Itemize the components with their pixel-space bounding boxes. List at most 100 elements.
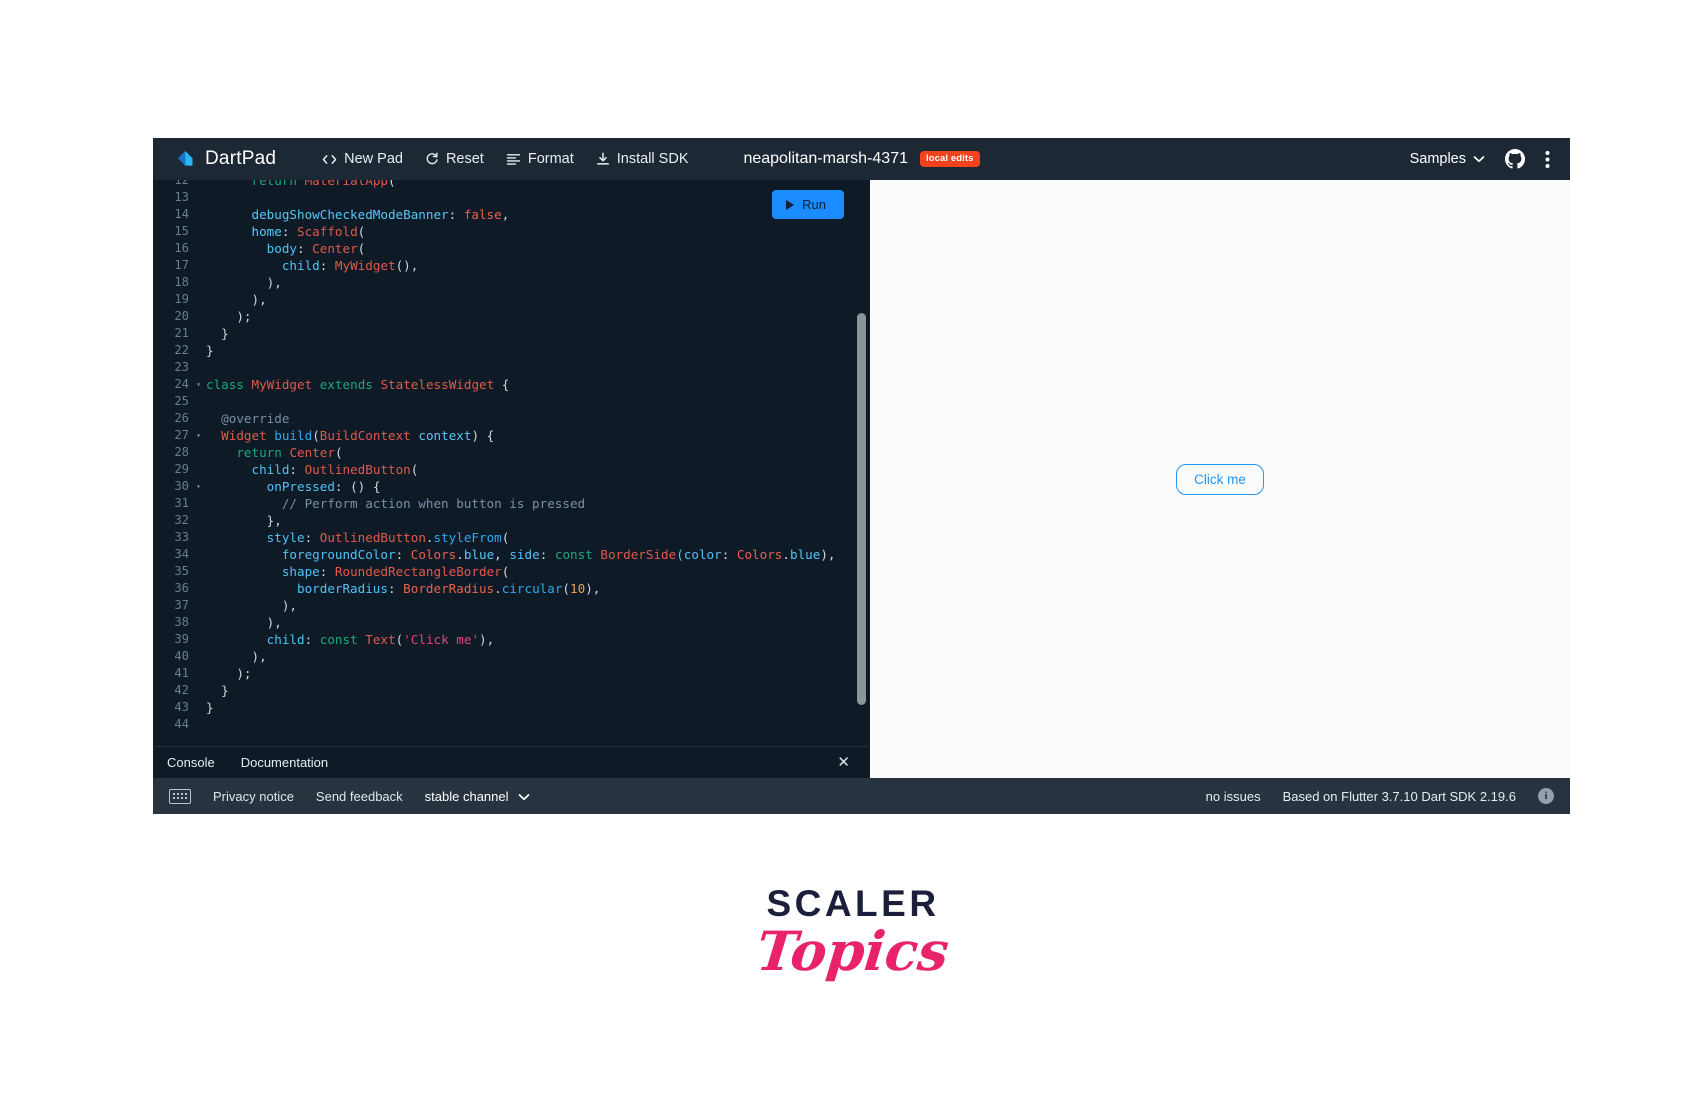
code-line[interactable]: 24 ▾ class MyWidget extends StatelessWidge… [153, 376, 868, 393]
privacy-notice-link[interactable]: Privacy notice [213, 789, 294, 804]
code-line[interactable]: 17 child: MyWidget(), [153, 257, 868, 274]
code-line[interactable]: 22} [153, 342, 868, 359]
code-line[interactable]: 16 body: Center( [153, 240, 868, 257]
play-icon [786, 199, 795, 210]
code-editor[interactable]: 12 return MaterialApp(13 14 debugShowChec… [153, 180, 868, 746]
code-text: ); [206, 309, 252, 324]
samples-dropdown[interactable]: Samples [1410, 151, 1485, 167]
app-header: DartPad New Pad Reset Format Install SDK… [153, 138, 1570, 180]
line-number: 21 [174, 326, 189, 340]
brand-name: DartPad [205, 148, 277, 169]
code-text: } [206, 343, 214, 358]
send-feedback-link[interactable]: Send feedback [316, 789, 403, 804]
tab-console[interactable]: Console [167, 755, 215, 770]
line-number: 23 [174, 360, 189, 374]
watermark-topics: Topics [753, 919, 953, 983]
line-number: 29 [174, 462, 189, 476]
line-number: 20 [174, 309, 189, 323]
code-text: ), [206, 615, 282, 630]
code-text: child: const Text('Click me'), [206, 632, 495, 647]
samples-label: Samples [1409, 151, 1466, 167]
line-number: 43 [174, 700, 189, 714]
code-line[interactable]: 34 foregroundColor: Colors.blue, side: c… [153, 546, 868, 563]
new-pad-label: New Pad [344, 151, 403, 167]
code-text: body: Center( [206, 241, 366, 256]
code-line[interactable]: 12 return MaterialApp( [153, 180, 868, 189]
line-number: 26 [174, 411, 189, 425]
code-line[interactable]: 38 ), [153, 614, 868, 631]
line-number: 27 [174, 428, 189, 442]
code-line[interactable]: 42 } [153, 682, 868, 699]
code-line[interactable]: 15 home: Scaffold( [153, 223, 868, 240]
info-icon[interactable]: i [1538, 788, 1554, 804]
channel-selector[interactable]: stable channel [425, 789, 530, 804]
code-text: @override [206, 411, 290, 426]
code-line[interactable]: 35 shape: RoundedRectangleBorder( [153, 563, 868, 580]
github-icon[interactable] [1505, 149, 1525, 169]
status-bar: Privacy notice Send feedback stable chan… [153, 778, 1570, 814]
new-pad-button[interactable]: New Pad [322, 151, 403, 167]
code-text: Widget build(BuildContext context) { [221, 428, 495, 443]
code-line[interactable]: 44 [153, 716, 868, 733]
editor-pane: 12 return MaterialApp(13 14 debugShowChec… [153, 180, 869, 778]
code-line[interactable]: 31 // Perform action when button is pres… [153, 495, 868, 512]
code-text: // Perform action when button is pressed [206, 496, 586, 511]
line-number: 13 [174, 190, 189, 204]
code-text: debugShowCheckedModeBanner: false, [206, 207, 510, 222]
code-line[interactable]: 30 ▾ onPressed: () { [153, 478, 868, 495]
code-line[interactable]: 21 } [153, 325, 868, 342]
code-line[interactable]: 39 child: const Text('Click me'), [153, 631, 868, 648]
code-line[interactable]: 29 child: OutlinedButton( [153, 461, 868, 478]
more-vertical-icon[interactable] [1545, 150, 1550, 169]
fold-toggle-icon[interactable]: ▾ [193, 376, 204, 393]
code-line[interactable]: 43} [153, 699, 868, 716]
dart-logo-icon [175, 148, 196, 170]
code-line[interactable]: 23 [153, 359, 868, 376]
code-line[interactable]: 18 ), [153, 274, 868, 291]
line-number: 24 [174, 377, 189, 391]
fold-toggle-icon[interactable]: ▾ [193, 427, 204, 444]
dartpad-window: DartPad New Pad Reset Format Install SDK… [153, 138, 1570, 814]
code-text: style: OutlinedButton.styleFrom( [206, 530, 510, 545]
install-sdk-button[interactable]: Install SDK [596, 151, 689, 167]
code-lines[interactable]: 12 return MaterialApp(13 14 debugShowChec… [153, 180, 868, 746]
code-line[interactable]: 28 return Center( [153, 444, 868, 461]
reset-button[interactable]: Reset [425, 151, 484, 167]
brand[interactable]: DartPad [175, 148, 276, 170]
code-line[interactable]: 20 ); [153, 308, 868, 325]
code-line[interactable]: 40 ), [153, 648, 868, 665]
code-text: } [206, 683, 229, 698]
fold-toggle-icon[interactable]: ▾ [193, 478, 204, 495]
code-text: return MaterialApp( [251, 180, 396, 188]
code-line[interactable]: 36 borderRadius: BorderRadius.circular(1… [153, 580, 868, 597]
click-me-button[interactable]: Click me [1176, 463, 1264, 495]
line-number: 39 [174, 632, 189, 646]
code-line[interactable]: 37 ), [153, 597, 868, 614]
keyboard-icon[interactable] [169, 788, 191, 804]
run-button[interactable]: Run [772, 190, 844, 219]
line-number: 33 [174, 530, 189, 544]
line-number: 30 [174, 479, 189, 493]
code-text: return Center( [236, 445, 343, 460]
code-text: home: Scaffold( [206, 224, 366, 239]
header-actions: New Pad Reset Format Install SDK [322, 151, 689, 167]
code-line[interactable]: 19 ), [153, 291, 868, 308]
watermark-scaler: SCALER [766, 883, 940, 924]
close-icon[interactable]: ✕ [833, 755, 854, 770]
code-brackets-icon [322, 153, 337, 166]
status-right: no issues Based on Flutter 3.7.10 Dart S… [1206, 788, 1554, 804]
tab-documentation[interactable]: Documentation [241, 755, 328, 770]
format-button[interactable]: Format [506, 151, 574, 167]
code-line[interactable]: 14 debugShowCheckedModeBanner: false, [153, 206, 868, 223]
code-line[interactable]: 25 [153, 393, 868, 410]
code-line[interactable]: 26 @override [153, 410, 868, 427]
code-line[interactable]: 27 ▾ Widget build(BuildContext context) { [153, 427, 868, 444]
code-line[interactable]: 13 [153, 189, 868, 206]
code-line[interactable]: 33 style: OutlinedButton.styleFrom( [153, 529, 868, 546]
code-text: } [206, 700, 214, 715]
editor-scrollbar[interactable] [857, 313, 866, 705]
code-line[interactable]: 41 ); [153, 665, 868, 682]
line-number: 28 [174, 445, 189, 459]
code-line[interactable]: 32 }, [153, 512, 868, 529]
code-text: foregroundColor: Colors.blue, side: cons… [206, 547, 836, 562]
